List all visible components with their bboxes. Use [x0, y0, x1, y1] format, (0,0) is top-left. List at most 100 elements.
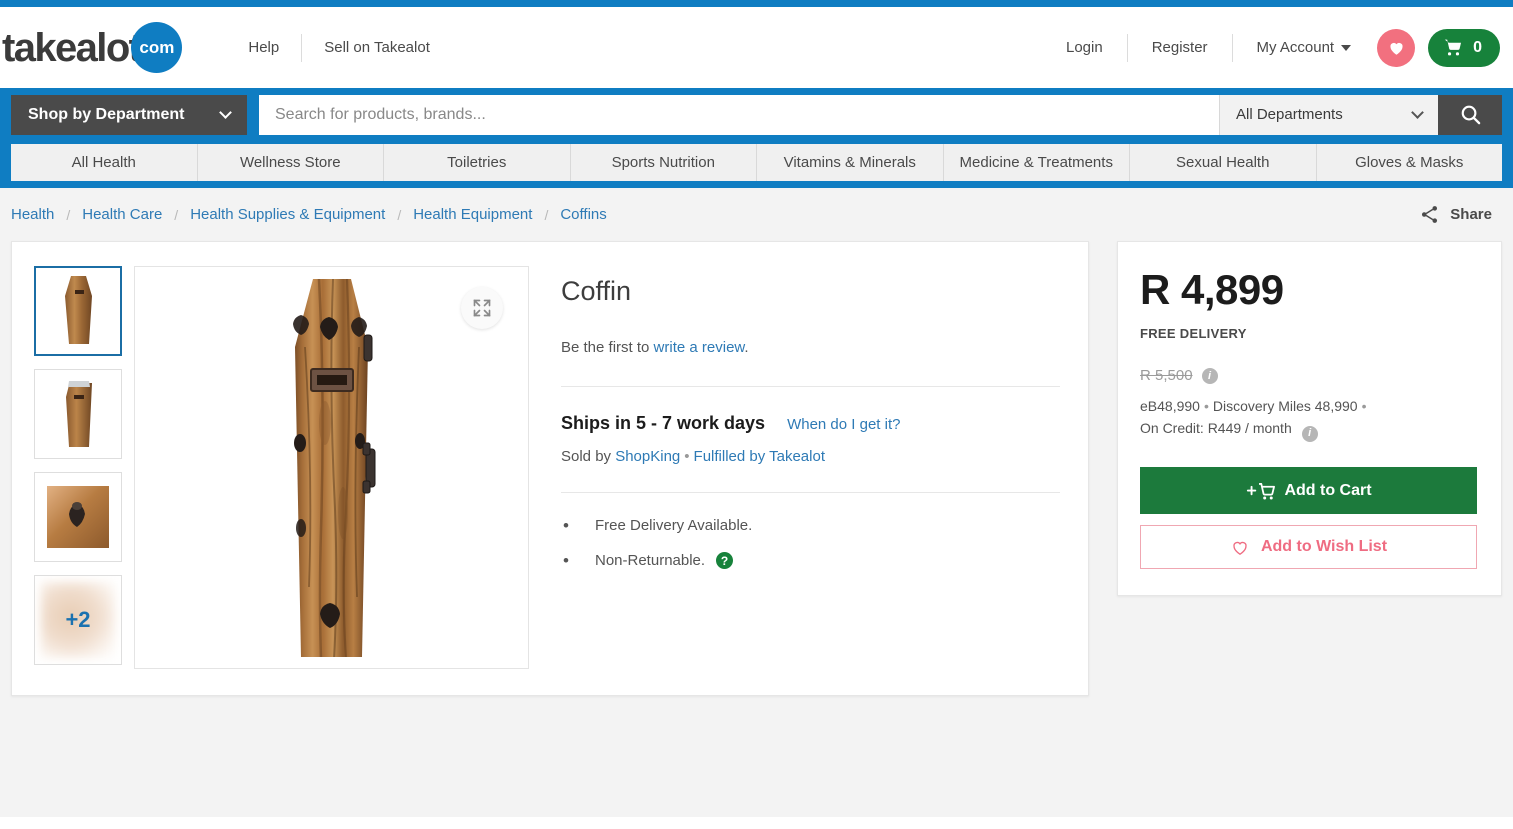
cart-count: 0 — [1473, 38, 1482, 56]
share-button[interactable]: Share — [1419, 204, 1502, 225]
add-to-cart-button[interactable]: Add to Cart — [1140, 467, 1477, 515]
main-product-image[interactable] — [134, 266, 529, 669]
highlight-free-delivery: Free Delivery Available. — [561, 516, 1060, 536]
thumbnail-2[interactable] — [34, 369, 122, 459]
discovery-miles-value: Discovery Miles 48,990 — [1212, 398, 1358, 414]
cat-item-gloves-masks[interactable]: Gloves & Masks — [1317, 144, 1503, 181]
shop-by-department-label: Shop by Department — [28, 105, 185, 123]
expand-image-button[interactable] — [461, 287, 503, 329]
chevron-down-icon — [1341, 44, 1352, 51]
cat-item-wellness-store[interactable]: Wellness Store — [198, 143, 384, 181]
chevron-down-icon — [1411, 105, 1424, 119]
site-logo[interactable]: takealot com — [2, 22, 183, 73]
breadcrumb-separator: / — [397, 206, 402, 223]
seller-link[interactable]: ShopKing — [615, 448, 680, 465]
product-content: +2 Coffin Be the first to write a review… — [0, 241, 1513, 696]
sold-by-label: Sold by — [561, 448, 616, 465]
free-delivery-badge: FREE DELIVERY — [1140, 326, 1247, 341]
review-prompt: Be the first to write a review. — [561, 339, 1060, 356]
ebucks-value: eB48,990 — [1140, 398, 1200, 414]
chevron-down-icon — [219, 105, 232, 119]
breadcrumb-separator: / — [66, 206, 71, 223]
my-account-label: My Account — [1256, 39, 1335, 56]
thumbnail-3[interactable] — [34, 472, 122, 562]
seller-separator: • — [684, 448, 690, 465]
category-nav-inner: All Health Wellness Store Toiletries Spo… — [11, 143, 1503, 181]
category-nav: All Health Wellness Store Toiletries Spo… — [0, 141, 1513, 188]
coffin-open-thumb-image — [66, 381, 92, 447]
share-icon — [1422, 206, 1438, 223]
old-price: R 5,500 — [1140, 367, 1193, 384]
write-review-link[interactable]: write a review — [654, 339, 745, 356]
divider — [561, 386, 1060, 387]
list-price-row: R 5,500 i — [1140, 367, 1477, 384]
search-icon — [1461, 105, 1480, 125]
thumbnail-more[interactable]: +2 — [34, 575, 122, 665]
seller-line: Sold by ShopKing • Fulfilled by Takealot — [561, 448, 1060, 465]
header-nav: Help Sell on Takealot — [226, 33, 452, 62]
breadcrumb-item-health-care[interactable]: Health Care — [82, 206, 162, 223]
highlight-non-returnable: Non-Returnable. ? — [561, 551, 1060, 571]
coffin-image — [292, 278, 375, 657]
my-account-menu[interactable]: My Account — [1233, 39, 1370, 56]
product-card: +2 Coffin Be the first to write a review… — [11, 241, 1089, 696]
divider — [561, 492, 1060, 493]
cat-item-sports-nutrition[interactable]: Sports Nutrition — [571, 143, 757, 181]
when-do-i-get-it-link[interactable]: When do I get it? — [787, 416, 900, 433]
register-link[interactable]: Register — [1128, 39, 1232, 56]
expand-icon — [473, 299, 491, 317]
breadcrumb-item-health[interactable]: Health — [11, 206, 54, 223]
share-label: Share — [1450, 206, 1492, 223]
help-icon[interactable]: ? — [716, 552, 734, 569]
thumbnail-1[interactable] — [34, 266, 122, 356]
wishlist-button[interactable] — [1377, 28, 1416, 67]
cat-item-all-health[interactable]: All Health — [11, 143, 198, 181]
highlight-text: Non-Returnable. — [595, 552, 706, 569]
thumbnail-gallery: +2 — [34, 266, 122, 671]
cart-button[interactable]: 0 — [1428, 28, 1500, 67]
info-icon[interactable]: i — [1201, 367, 1218, 384]
cat-item-toiletries[interactable]: Toiletries — [384, 143, 571, 181]
cat-item-medicine-treatments[interactable]: Medicine & Treatments — [944, 143, 1130, 181]
breadcrumb: Health / Health Care / Health Supplies &… — [0, 188, 1513, 241]
fulfilled-by-link[interactable]: Fulfilled by Takealot — [694, 448, 825, 465]
breadcrumb-item-health-supplies[interactable]: Health Supplies & Equipment — [190, 206, 385, 223]
cat-item-vitamins-minerals[interactable]: Vitamins & Minerals — [757, 143, 944, 181]
search-scope-label: All Departments — [1236, 106, 1343, 123]
breadcrumb-separator: / — [174, 206, 179, 223]
add-to-cart-label: Add to Cart — [1284, 481, 1372, 499]
product-tabs: Description Product Information Reviews — [0, 817, 1513, 829]
search-input[interactable] — [259, 94, 1219, 135]
page-title: Coffin — [561, 276, 632, 306]
product-info: Coffin Be the first to write a review. S… — [529, 266, 1068, 671]
buy-box: R 4,899 FREE DELIVERY R 5,500 i eB48,990… — [1117, 241, 1502, 597]
heart-outline-icon — [1233, 541, 1247, 555]
product-price: R 4,899 — [1140, 266, 1284, 313]
product-highlights: Free Delivery Available. Non-Returnable.… — [561, 516, 1060, 571]
rewards-separator: • — [1361, 398, 1367, 414]
info-icon[interactable]: i — [1301, 426, 1318, 443]
search-submit-button[interactable] — [1438, 94, 1502, 135]
coffin-hardware-thumb-image — [47, 486, 109, 548]
header-link-sell[interactable]: Sell on Takealot — [302, 39, 452, 56]
shop-by-department-button[interactable]: Shop by Department — [11, 94, 247, 135]
rewards-separator: • — [1203, 398, 1209, 414]
search-scope-select[interactable]: All Departments — [1219, 94, 1438, 135]
breadcrumb-item-coffins[interactable]: Coffins — [560, 206, 606, 223]
logo-text: takealot — [2, 25, 142, 70]
add-to-wishlist-button[interactable]: Add to Wish List — [1140, 525, 1477, 570]
logo-com-badge: com — [131, 22, 183, 73]
highlight-text: Free Delivery Available. — [595, 517, 753, 534]
rewards-info: eB48,990 • Discovery Miles 48,990 • On Cred… — [1140, 395, 1477, 443]
breadcrumb-separator: / — [544, 206, 549, 223]
header-link-help[interactable]: Help — [226, 39, 301, 56]
thumbnail-more-count: +2 — [65, 607, 91, 632]
cat-item-sexual-health[interactable]: Sexual Health — [1130, 143, 1317, 181]
heart-icon — [1390, 42, 1403, 55]
header-account-area: Login Register My Account 0 — [1042, 28, 1500, 67]
breadcrumb-item-health-equipment[interactable]: Health Equipment — [413, 206, 532, 223]
shipping-row: Ships in 5 - 7 work days When do I get i… — [561, 413, 1060, 434]
login-link[interactable]: Login — [1042, 39, 1127, 56]
page-body: Health / Health Care / Health Supplies &… — [0, 188, 1513, 817]
coffin-illustration — [267, 273, 397, 663]
